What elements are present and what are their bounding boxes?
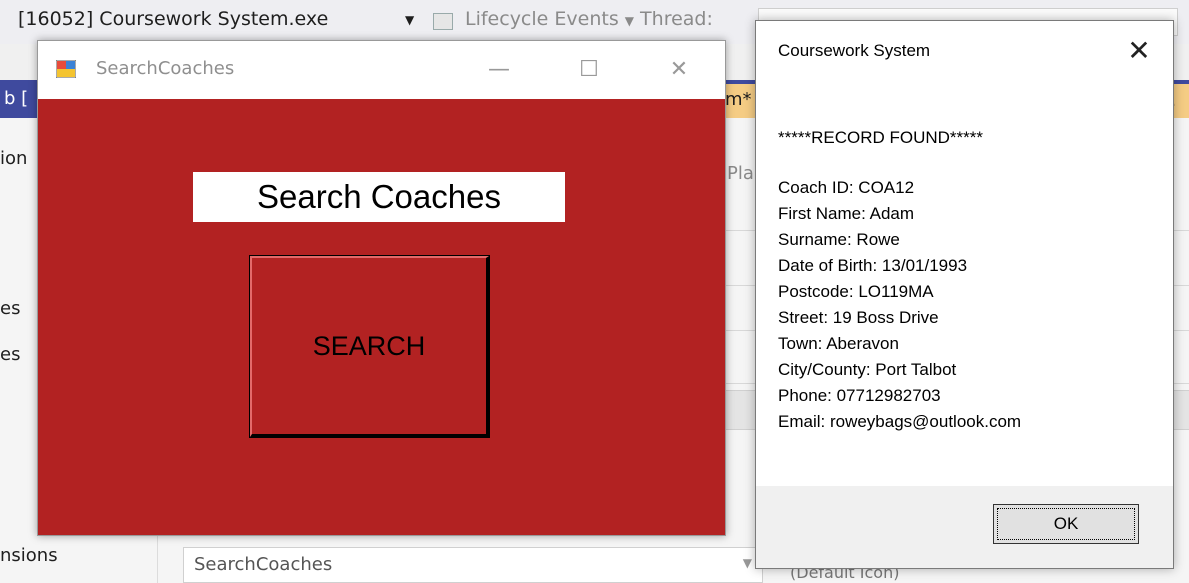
- record-line: City/County: Port Talbot: [778, 360, 957, 379]
- editor-tab-active-label: m*: [725, 89, 752, 110]
- record-line: Coach ID: COA12: [778, 178, 915, 197]
- window-title: SearchCoaches: [96, 58, 235, 79]
- process-selector[interactable]: [16052] Coursework System.exe: [18, 8, 328, 30]
- heading-label-box: Search Coaches: [193, 172, 565, 222]
- chevron-down-icon: ▼: [624, 14, 634, 28]
- close-icon[interactable]: ✕: [1119, 31, 1159, 71]
- record-line: First Name: Adam: [778, 204, 915, 223]
- chevron-down-icon[interactable]: ▼: [405, 13, 414, 27]
- dialog-title: Coursework System: [778, 41, 931, 60]
- record-line: Postcode: LO119MA: [778, 282, 934, 301]
- ok-button[interactable]: OK: [993, 504, 1139, 544]
- lifecycle-label: Lifecycle Events: [465, 8, 619, 30]
- search-button-label: SEARCH: [312, 331, 426, 361]
- minimize-button[interactable]: —: [464, 41, 534, 99]
- sidebar-item-1[interactable]: ion: [0, 148, 27, 169]
- record-line: Date of Birth: 13/01/1993: [778, 256, 968, 275]
- record-line: Email: roweybags@outlook.com: [778, 412, 1022, 431]
- dialog-footer: OK: [756, 486, 1173, 568]
- ok-button-label: OK: [997, 508, 1135, 540]
- thread-label: Thread:: [640, 8, 713, 30]
- page-title: Search Coaches: [257, 178, 501, 215]
- record-found-dialog: Coursework System ✕ *****RECORD FOUND***…: [755, 20, 1174, 569]
- dialog-message: *****RECORD FOUND***** Coach ID: COA12 F…: [778, 125, 1021, 435]
- record-line: Phone: 07712982703: [778, 386, 941, 405]
- record-line: Street: 19 Boss Drive: [778, 308, 939, 327]
- properties-label-partial: Pla: [727, 163, 754, 184]
- record-found-header: *****RECORD FOUND*****: [778, 128, 983, 147]
- form-name-combo-value: SearchCoaches: [194, 554, 333, 575]
- sidebar-item-2[interactable]: es: [0, 298, 20, 319]
- app-form-icon: [56, 60, 76, 78]
- record-line: Surname: Rowe: [778, 230, 900, 249]
- sidebar-item-3[interactable]: es: [0, 344, 20, 365]
- maximize-button[interactable]: ☐: [554, 41, 624, 99]
- form-name-combo[interactable]: SearchCoaches ▼: [183, 547, 763, 583]
- search-coaches-titlebar[interactable]: SearchCoaches — ☐ ✕: [38, 41, 725, 99]
- lifecycle-events-menu[interactable]: Lifecycle Events ▼ Thread:: [465, 8, 713, 30]
- editor-tab-left[interactable]: b [: [0, 80, 28, 118]
- sidebar-item-4[interactable]: nsions: [0, 545, 58, 566]
- search-coaches-window: SearchCoaches — ☐ ✕ Search Coaches SEARC…: [37, 40, 726, 536]
- search-button[interactable]: SEARCH: [249, 255, 490, 438]
- lifecycle-events-icon[interactable]: [433, 13, 453, 30]
- chevron-down-icon: ▼: [742, 556, 752, 570]
- record-line: Town: Aberavon: [778, 334, 899, 353]
- close-button[interactable]: ✕: [644, 41, 714, 99]
